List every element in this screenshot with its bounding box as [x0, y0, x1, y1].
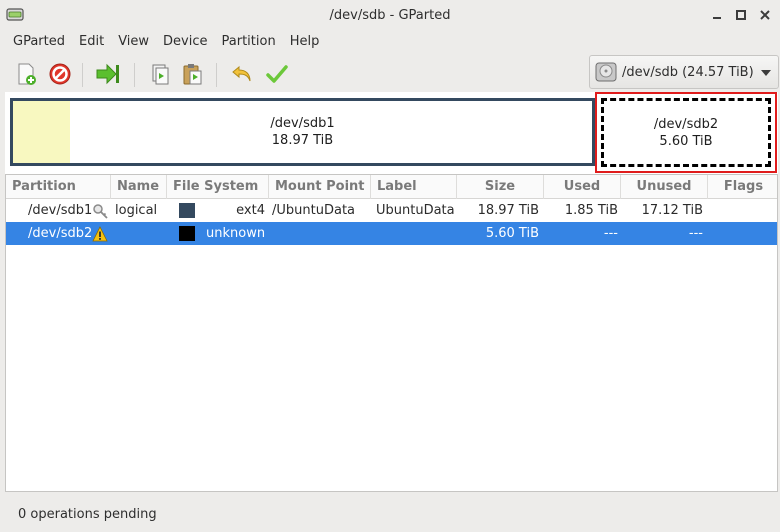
cell-used: 1.85 TiB [564, 203, 618, 218]
copy-button[interactable] [144, 59, 174, 89]
column-header-mount-point[interactable]: Mount Point [269, 175, 371, 199]
fs-color-swatch [179, 203, 195, 218]
partition-map-sdb1-text: /dev/sdb1 18.97 TiB [13, 115, 592, 149]
resize-move-button[interactable] [93, 59, 123, 89]
toolbar-separator [216, 63, 217, 87]
device-selector-label: /dev/sdb (24.57 TiB) [622, 64, 754, 80]
paste-button[interactable] [177, 59, 207, 89]
close-icon [760, 10, 770, 20]
checkmark-icon [266, 65, 288, 83]
table-header: Partition Name File System Mount Point L… [6, 175, 777, 199]
partition-table: Partition Name File System Mount Point L… [5, 174, 778, 492]
column-header-size[interactable]: Size [457, 175, 544, 199]
partition-map-sdb1[interactable]: /dev/sdb1 18.97 TiB [10, 98, 595, 166]
column-header-file-system[interactable]: File System [167, 175, 269, 199]
partition-map-sdb2-selection[interactable]: /dev/sdb2 5.60 TiB [595, 92, 777, 173]
delete-icon [49, 63, 71, 85]
partition-map-sdb2: /dev/sdb2 5.60 TiB [601, 98, 771, 167]
undo-icon [232, 65, 251, 82]
close-button[interactable] [756, 6, 774, 24]
warning-icon [92, 226, 108, 242]
column-header-partition[interactable]: Partition [6, 175, 111, 199]
partition-map-sdb1-name: /dev/sdb1 [270, 116, 335, 131]
column-header-flags[interactable]: Flags [708, 175, 779, 199]
minimize-icon [713, 17, 721, 19]
column-header-unused[interactable]: Unused [621, 175, 708, 199]
resize-move-icon [96, 63, 119, 85]
cell-label: UbuntuData [376, 203, 455, 218]
toolbar-separator [82, 63, 83, 87]
menu-edit[interactable]: Edit [72, 34, 111, 49]
menu-partition[interactable]: Partition [215, 34, 283, 49]
cell-used: --- [603, 226, 618, 241]
toolbar-separator [134, 63, 135, 87]
window-title: /dev/sdb - GParted [329, 7, 451, 23]
cell-partition: /dev/sdb1 [28, 203, 93, 218]
menu-bar: GParted Edit View Device Partition Help [0, 30, 326, 52]
gparted-app-icon [6, 8, 24, 21]
table-row[interactable]: /dev/sdb1 logical ext4 /UbuntuData Ubunt… [6, 199, 777, 222]
key-icon [93, 204, 108, 219]
menu-help[interactable]: Help [283, 34, 327, 49]
maximize-icon [736, 10, 746, 20]
delete-partition-button[interactable] [45, 59, 75, 89]
maximize-button[interactable] [732, 6, 750, 24]
cell-unused: 17.12 TiB [641, 203, 703, 218]
chevron-down-icon [761, 70, 771, 76]
partition-map-sdb2-size: 5.60 TiB [659, 133, 713, 149]
cell-partition: /dev/sdb2 [28, 226, 93, 241]
cell-name: logical [115, 203, 158, 218]
column-header-name[interactable]: Name [111, 175, 167, 199]
partition-map-sdb1-size: 18.97 TiB [271, 133, 334, 148]
cell-size: 18.97 TiB [477, 203, 539, 218]
cell-file-system: unknown [206, 226, 266, 241]
paste-icon [183, 64, 202, 85]
partition-map-sdb2-name: /dev/sdb2 [653, 116, 719, 132]
status-text: 0 operations pending [18, 506, 157, 522]
status-bar: 0 operations pending [0, 496, 780, 532]
table-row-selected[interactable]: /dev/sdb2 unknown 5.60 TiB --- --- [6, 222, 777, 245]
column-header-label[interactable]: Label [371, 175, 457, 199]
menu-gparted[interactable]: GParted [6, 34, 72, 49]
undo-button[interactable] [227, 59, 257, 89]
copy-icon [152, 64, 169, 85]
new-partition-button[interactable] [11, 59, 41, 89]
new-document-icon [18, 63, 36, 85]
window-controls [708, 6, 774, 24]
minimize-button[interactable] [708, 6, 726, 24]
apply-button[interactable] [262, 59, 292, 89]
partition-map-sdb2-text: /dev/sdb2 5.60 TiB [604, 116, 768, 150]
hard-drive-icon [595, 62, 617, 82]
cell-size: 5.60 TiB [485, 226, 539, 241]
cell-mount-point: /UbuntuData [272, 203, 356, 218]
cell-unused: --- [688, 226, 703, 241]
title-bar: /dev/sdb - GParted [0, 0, 780, 30]
cell-file-system: ext4 [236, 203, 265, 218]
fs-color-swatch [179, 226, 195, 241]
column-header-used[interactable]: Used [544, 175, 621, 199]
menu-view[interactable]: View [111, 34, 156, 49]
menu-device[interactable]: Device [156, 34, 214, 49]
device-selector[interactable]: /dev/sdb (24.57 TiB) [589, 55, 779, 89]
partition-map: /dev/sdb1 18.97 TiB /dev/sdb2 5.60 TiB [5, 92, 778, 175]
